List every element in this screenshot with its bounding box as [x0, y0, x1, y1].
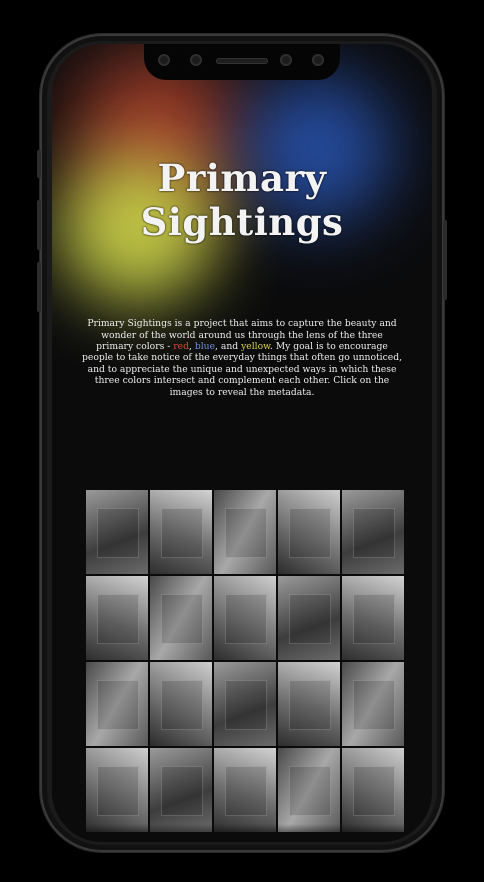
- gallery-photo-2[interactable]: [150, 490, 212, 574]
- gallery-photo-7[interactable]: [150, 576, 212, 660]
- gallery-photo-3[interactable]: [214, 490, 276, 574]
- front-camera-icon: [312, 54, 324, 66]
- power-button: [443, 220, 447, 300]
- description-comma-2: , and: [215, 341, 242, 352]
- gallery-photo-18[interactable]: [214, 748, 276, 832]
- color-word-blue: blue: [194, 341, 216, 352]
- notch: [144, 44, 340, 80]
- volume-up-button: [37, 200, 41, 250]
- gallery-photo-17[interactable]: [150, 748, 212, 832]
- camera-icon: [158, 54, 170, 66]
- volume-down-button: [37, 262, 41, 312]
- gallery-photo-15[interactable]: [342, 662, 404, 746]
- gallery-photo-1[interactable]: [86, 490, 148, 574]
- gallery-photo-4[interactable]: [278, 490, 340, 574]
- gallery-photo-11[interactable]: [86, 662, 148, 746]
- gallery-photo-8[interactable]: [214, 576, 276, 660]
- gallery-photo-6[interactable]: [86, 576, 148, 660]
- phone-screen: Primary Sightings Primary Sightings is a…: [52, 44, 432, 842]
- project-description: Primary Sightings is a project that aims…: [82, 318, 402, 398]
- color-word-yellow: yellow: [241, 341, 270, 352]
- gallery-photo-19[interactable]: [278, 748, 340, 832]
- gallery-photo-13[interactable]: [214, 662, 276, 746]
- gallery-photo-12[interactable]: [150, 662, 212, 746]
- color-word-red: red: [173, 341, 189, 352]
- gallery-photo-9[interactable]: [278, 576, 340, 660]
- gallery-photo-14[interactable]: [278, 662, 340, 746]
- gallery-photo-10[interactable]: [342, 576, 404, 660]
- speaker-grille: [216, 58, 268, 64]
- mute-switch: [37, 150, 41, 178]
- page-title: Primary Sightings: [140, 156, 344, 244]
- bottom-fade: [52, 824, 432, 842]
- gallery-photo-5[interactable]: [342, 490, 404, 574]
- gallery-photo-20[interactable]: [342, 748, 404, 832]
- sensor-icon: [190, 54, 202, 66]
- sensor-icon-right: [280, 54, 292, 66]
- photo-gallery-grid: [86, 490, 404, 832]
- gallery-photo-16[interactable]: [86, 748, 148, 832]
